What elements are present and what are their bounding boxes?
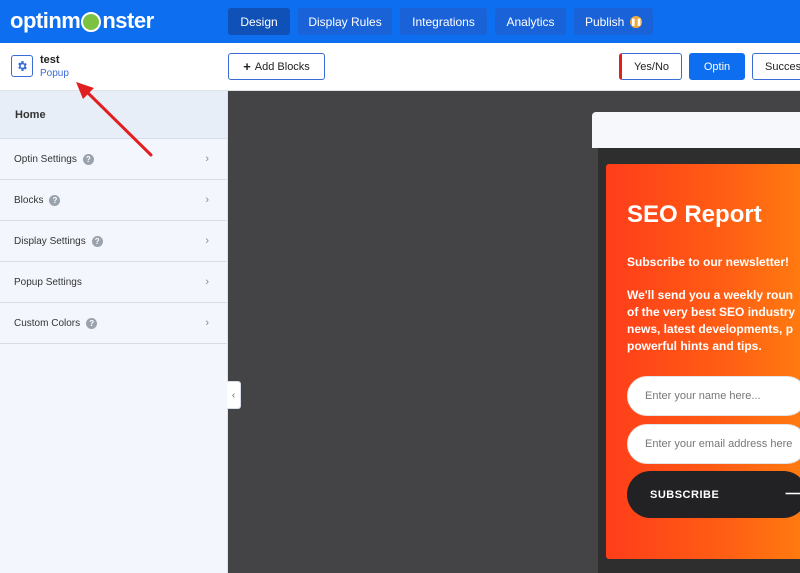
monster-mascot-icon	[81, 12, 102, 32]
top-navigation-bar: optinm nster Design Display Rules Integra…	[0, 0, 800, 43]
add-blocks-button[interactable]: + Add Blocks	[228, 53, 325, 80]
chevron-right-icon: ›	[205, 317, 209, 329]
help-icon[interactable]: ?	[86, 317, 98, 329]
subscribe-button[interactable]: SUBSCRIBE ⟶	[627, 471, 800, 518]
sidebar-item-popup-settings[interactable]: Popup Settings ›	[0, 262, 227, 303]
gear-icon	[18, 61, 27, 71]
sidebar-item-label: Blocks	[14, 194, 44, 206]
arrow-right-icon: ⟶	[785, 485, 800, 502]
sidebar-item-label: Custom Colors	[14, 317, 81, 329]
tab-publish-label: Publish	[584, 14, 625, 29]
subscribe-label: SUBSCRIBE	[650, 488, 720, 501]
sidebar-item-label: Optin Settings	[14, 153, 77, 165]
tab-display-rules[interactable]: Display Rules	[298, 8, 392, 35]
logo-text-start: optinm	[10, 8, 81, 33]
tab-design[interactable]: Design	[228, 8, 290, 35]
sidebar-item-label: Display Settings	[14, 235, 86, 247]
view-success-button[interactable]: Succes	[752, 53, 800, 80]
plus-icon: +	[243, 59, 251, 74]
sidebar-item-optin-settings[interactable]: Optin Settings ? ›	[0, 139, 227, 180]
popup-body-text[interactable]: We'll send you a weekly roun of the very…	[627, 287, 800, 355]
campaign-type-link[interactable]: Popup	[40, 68, 69, 79]
help-icon[interactable]: ?	[82, 153, 94, 165]
name-field[interactable]: Enter your name here...	[627, 376, 800, 416]
optinmonster-logo[interactable]: optinm nster	[10, 7, 154, 35]
email-field[interactable]: Enter your email address here	[627, 424, 800, 464]
sidebar-home[interactable]: Home	[0, 91, 227, 139]
logo-text-end: nster	[102, 8, 154, 33]
campaign-name: test	[40, 54, 60, 66]
view-yes-no-button[interactable]: Yes/No	[619, 53, 682, 80]
sidebar-item-display-settings[interactable]: Display Settings ? ›	[0, 221, 227, 262]
add-blocks-label: Add Blocks	[254, 60, 310, 73]
help-icon[interactable]: ?	[49, 194, 61, 206]
popup-subtitle[interactable]: Subscribe to our newsletter!	[627, 255, 789, 269]
tab-publish[interactable]: Publish ❚❚	[574, 8, 653, 35]
sidebar-item-label: Popup Settings	[14, 276, 82, 288]
tab-analytics[interactable]: Analytics	[495, 8, 566, 35]
chevron-right-icon: ›	[205, 235, 209, 247]
sidebar-item-custom-colors[interactable]: Custom Colors ? ›	[0, 303, 227, 344]
design-sidebar: Home Optin Settings ? › Blocks ? › Displ…	[0, 91, 228, 573]
collapse-sidebar-button[interactable]: ‹	[227, 381, 241, 409]
campaign-toolbar: test Popup + Add Blocks Yes/No Optin Suc…	[0, 43, 800, 91]
chevron-left-icon: ‹	[231, 389, 236, 401]
tab-integrations[interactable]: Integrations	[400, 8, 487, 35]
help-icon[interactable]: ?	[91, 235, 103, 247]
chevron-right-icon: ›	[205, 276, 209, 288]
chevron-right-icon: ›	[205, 153, 209, 165]
preview-browser-frame	[592, 112, 800, 148]
sidebar-item-blocks[interactable]: Blocks ? ›	[0, 180, 227, 221]
view-optin-button[interactable]: Optin	[689, 53, 745, 80]
chevron-right-icon: ›	[205, 194, 209, 206]
campaign-settings-button[interactable]	[11, 55, 33, 77]
popup-title[interactable]: SEO Report	[627, 201, 762, 229]
main-nav-tabs: Design Display Rules Integrations Analyt…	[228, 8, 653, 35]
pause-status-icon: ❚❚	[630, 15, 643, 28]
